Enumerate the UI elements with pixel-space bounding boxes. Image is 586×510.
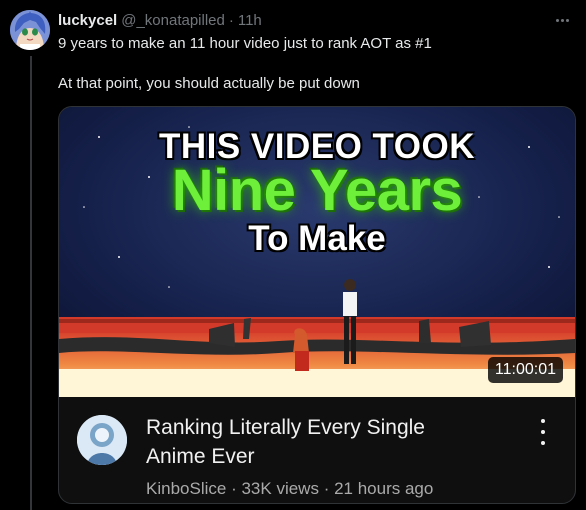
- user-avatar[interactable]: [10, 10, 50, 50]
- channel-avatar[interactable]: [77, 415, 127, 465]
- user-handle[interactable]: @_konatapilled: [121, 12, 225, 29]
- tweet-text: 9 years to make an 11 hour video just to…: [58, 34, 573, 94]
- header-separator: ·: [228, 11, 234, 29]
- display-name[interactable]: luckycel: [58, 12, 117, 29]
- video-meta: KinboSlice · 33K views · 21 hours ago: [146, 479, 433, 499]
- thread-line: [30, 56, 32, 510]
- figure-girl: [293, 328, 309, 371]
- channel-name[interactable]: KinboSlice: [146, 479, 226, 498]
- video-title[interactable]: Ranking Literally Every Single Anime Eve…: [146, 413, 476, 471]
- tweet-text-line-2: At that point, you should actually be pu…: [58, 75, 360, 92]
- video-thumbnail[interactable]: THIS VIDEO TOOK Nine Years To Make 11:00…: [59, 107, 575, 397]
- upload-age: 21 hours ago: [334, 479, 434, 498]
- more-vertical-icon[interactable]: [537, 419, 549, 445]
- tweet-text-line-1: 9 years to make an 11 hour video just to…: [58, 35, 432, 52]
- more-horizontal-icon[interactable]: [548, 10, 576, 30]
- tweet-header: luckycel @_konatapilled · 11h: [58, 10, 576, 30]
- tweet-time[interactable]: 11h: [238, 12, 262, 29]
- view-count: 33K views: [241, 479, 319, 498]
- video-embed-card[interactable]: THIS VIDEO TOOK Nine Years To Make 11:00…: [58, 106, 576, 504]
- thumbnail-text-line-3: To Make: [248, 219, 386, 258]
- meta-separator: ·: [231, 479, 237, 498]
- duration-badge: 11:00:01: [487, 357, 563, 383]
- thumbnail-text-line-2: Nine Years: [171, 158, 463, 223]
- meta-separator: ·: [323, 479, 330, 498]
